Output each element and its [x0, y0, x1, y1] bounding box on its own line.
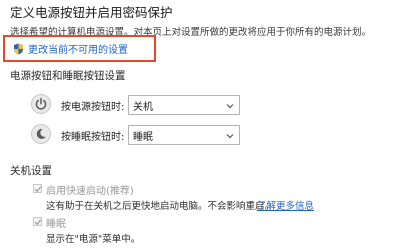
- sleep-option-checkbox[interactable]: [33, 217, 42, 226]
- sleep-button-label: 按睡眠按钮时:: [61, 132, 125, 143]
- power-section-header: 电源按钮和睡眠按钮设置: [10, 70, 126, 82]
- sleep-option-label: 睡眠: [46, 219, 66, 230]
- page-title: 定义电源按钮并启用密码保护: [10, 5, 173, 20]
- fast-startup-description: 这有助于在关机之后更快地启动电脑。不会影响重启。: [46, 201, 275, 212]
- fast-startup-checkbox[interactable]: [33, 184, 42, 193]
- sleep-option-description: 显示在"电源"菜单中。: [46, 234, 141, 245]
- change-settings-link[interactable]: 更改当前不可用的设置: [13, 41, 128, 56]
- power-button-action-value: 关机: [133, 101, 153, 113]
- chevron-down-icon: [226, 134, 234, 139]
- sleep-icon: [31, 124, 51, 144]
- learn-more-link[interactable]: 了解更多信息: [257, 198, 314, 212]
- sleep-button-action-select[interactable]: 睡眠: [128, 125, 240, 145]
- shutdown-section-header: 关机设置: [10, 165, 52, 177]
- uac-shield-icon: [13, 43, 24, 55]
- chevron-down-icon: [226, 104, 234, 109]
- power-icon: [31, 94, 51, 114]
- power-button-label: 按电源按钮时:: [61, 102, 125, 113]
- change-settings-link-label: 更改当前不可用的设置: [28, 45, 128, 56]
- sleep-button-action-value: 睡眠: [133, 131, 153, 143]
- power-button-action-select[interactable]: 关机: [128, 95, 240, 115]
- fast-startup-label: 启用快速启动(推荐): [46, 186, 134, 197]
